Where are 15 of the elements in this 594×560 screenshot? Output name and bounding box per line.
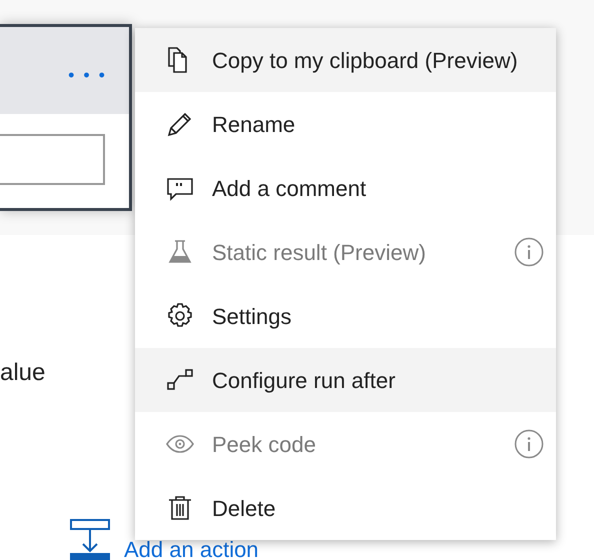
menu-item[interactable]: Add a comment: [135, 156, 556, 220]
trash-icon: [166, 494, 194, 522]
settings-icon: [166, 302, 194, 330]
pencil-icon: [166, 110, 194, 138]
menu-item[interactable]: Settings: [135, 284, 556, 348]
menu-item[interactable]: Configure run after: [135, 348, 556, 412]
more-button[interactable]: • • •: [68, 66, 107, 84]
add-action-icon: [70, 519, 110, 560]
menu-item[interactable]: Copy to my clipboard (Preview): [135, 28, 556, 92]
menu-item[interactable]: Rename: [135, 92, 556, 156]
flask-icon: [166, 238, 194, 266]
add-action-link[interactable]: Add an action: [124, 541, 259, 559]
menu-item[interactable]: Delete: [135, 476, 556, 540]
input-field[interactable]: [0, 134, 105, 185]
field-label: alue: [0, 358, 46, 388]
